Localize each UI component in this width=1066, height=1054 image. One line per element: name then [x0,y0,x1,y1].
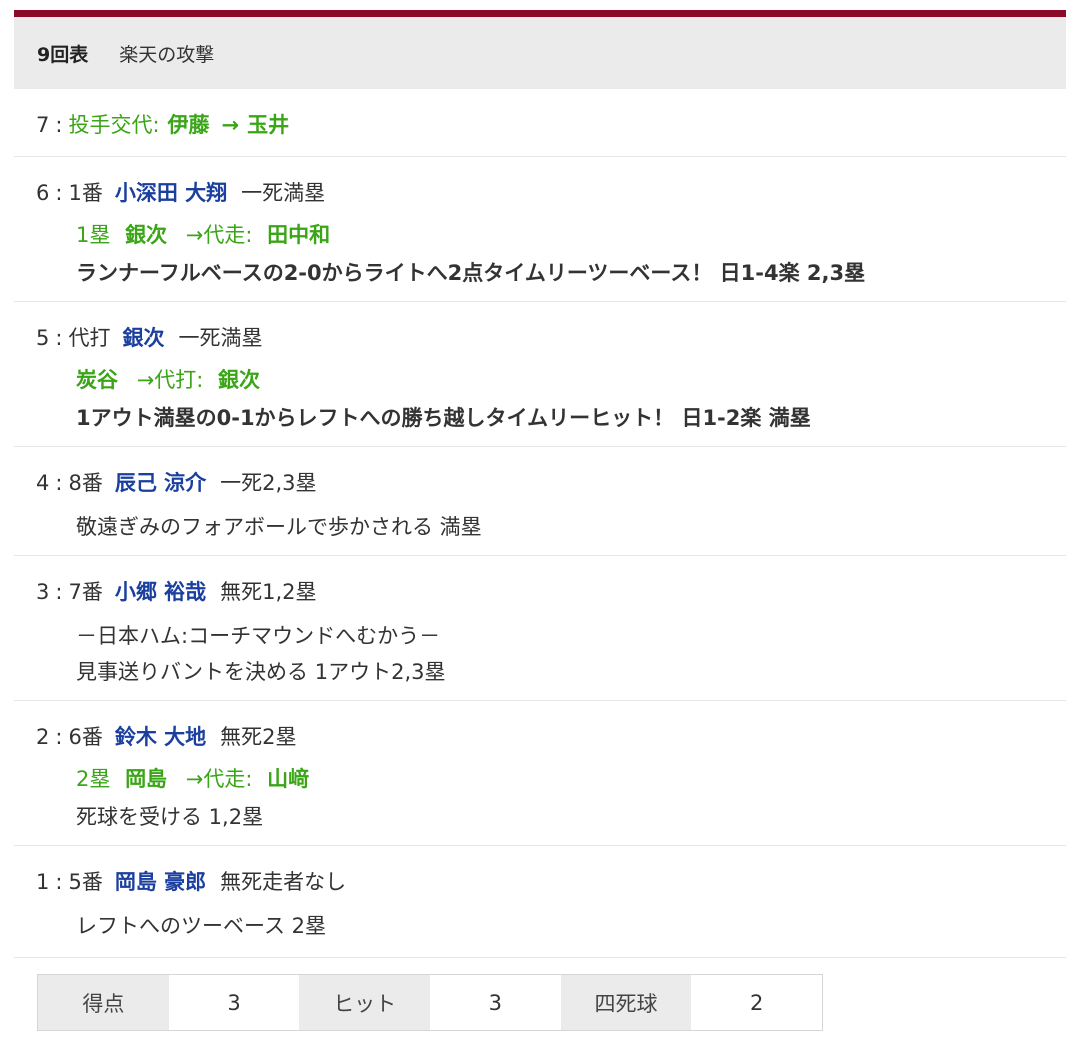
inning-header: 9回表 楽天の攻撃 [14,17,1066,89]
play-event-4: 4 : 8番 辰己 涼介 一死2,3塁 敬遠ぎみのフォアボールで歩かされる 満塁 [14,447,1066,556]
sub-to-link[interactable]: 山﨑 [267,767,309,791]
stat-value-runs: 3 [168,975,300,1030]
stat-label-runs: 得点 [38,975,169,1030]
substitution-line: 炭谷 →代打: 銀次 [36,364,1066,394]
event-number: 4 [36,471,50,495]
arrow: → [221,113,240,137]
pitcher-to[interactable]: 玉井 [247,109,289,139]
stat-value-walks: 2 [691,975,823,1030]
sub-to-link[interactable]: 銀次 [218,368,260,392]
event-number: 1 [36,870,50,894]
play-event-3: 3 : 7番 小郷 裕哉 無死1,2塁 －日本ハム:コーチマウンドへむかう－ 見… [14,556,1066,701]
sub-from-link[interactable]: 岡島 [125,767,167,791]
pitcher-change-label: 投手交代: [68,113,160,137]
event-number: 5 [36,326,50,350]
sub-base: 2塁 [76,767,111,791]
batting-order: 1番 [68,181,103,205]
out-runner-situation: 一死2,3塁 [220,471,317,495]
sub-type: →代走: [185,223,253,247]
play-result: レフトへのツーベース 2塁 [76,914,326,938]
out-runner-situation: 無死2塁 [220,725,297,749]
play-result: ランナーフルベースの2-0からライトへ2点タイムリーツーベース！ 日1-4楽 2… [76,261,866,285]
sub-from-link[interactable]: 炭谷 [76,368,118,392]
team-color-bar [14,10,1066,17]
batter-name-link[interactable]: 岡島 豪郎 [115,866,206,896]
substitution-line: 1塁 銀次 →代走: 田中和 [36,219,1066,249]
batter-name-link[interactable]: 小郷 裕哉 [115,576,206,606]
sub-to-link[interactable]: 田中和 [267,223,330,247]
inning-stats-table: 得点 3 ヒット 3 四死球 2 [37,974,823,1031]
event-number: 6 [36,181,50,205]
sub-base: 1塁 [76,223,111,247]
substitution-line: 2塁 岡島 →代走: 山﨑 [36,763,1066,793]
team-attack-label: 楽天の攻撃 [119,43,215,66]
batter-name-link[interactable]: 銀次 [122,322,164,352]
play-note: －日本ハム:コーチマウンドへむかう－ [76,624,441,648]
out-runner-situation: 無死走者なし [220,870,347,894]
batting-order: 代打 [68,326,111,350]
play-result: 1アウト満塁の0-1からレフトへの勝ち越しタイムリーヒット！ 日1-2楽 満塁 [76,406,811,430]
out-runner-situation: 一死満塁 [178,326,263,350]
sub-type: →代走: [185,767,253,791]
batting-order: 5番 [68,870,103,894]
batter-name-link[interactable]: 辰己 涼介 [115,467,206,497]
play-event-5: 5 : 代打 銀次 一死満塁 炭谷 →代打: 銀次 1アウト満塁の0-1からレフ… [14,302,1066,447]
out-runner-situation: 一死満塁 [241,181,326,205]
batting-order: 8番 [68,471,103,495]
sub-type: →代打: [136,368,204,392]
batting-order: 7番 [68,580,103,604]
event-number: 7 [36,113,50,137]
play-result: 死球を受ける 1,2塁 [76,805,264,829]
out-runner-situation: 無死1,2塁 [220,580,317,604]
batter-name-link[interactable]: 鈴木 大地 [115,721,206,751]
batter-name-link[interactable]: 小深田 大翔 [115,177,227,207]
play-event-7: 7 : 投手交代: 伊藤 → 玉井 [14,89,1066,157]
play-event-6: 6 : 1番 小深田 大翔 一死満塁 1塁 銀次 →代走: 田中和 ランナーフル… [14,157,1066,302]
batting-order: 6番 [68,725,103,749]
play-event-2: 2 : 6番 鈴木 大地 無死2塁 2塁 岡島 →代走: 山﨑 死球を受ける 1… [14,701,1066,846]
event-number: 2 [36,725,50,749]
stat-value-hits: 3 [430,975,561,1030]
play-event-1: 1 : 5番 岡島 豪郎 無死走者なし レフトへのツーベース 2塁 [14,846,1066,958]
sub-from-link[interactable]: 銀次 [125,223,167,247]
stat-label-walks: 四死球 [560,975,692,1030]
event-number: 3 [36,580,50,604]
inning-label: 9回表 [37,43,89,66]
stat-label-hits: ヒット [299,975,431,1030]
play-result: 見事送りバントを決める 1アウト2,3塁 [76,660,446,684]
play-result: 敬遠ぎみのフォアボールで歩かされる 満塁 [76,515,482,539]
inning-panel: 9回表 楽天の攻撃 7 : 投手交代: 伊藤 → 玉井 6 : 1番 小深田 大… [14,10,1066,958]
pitcher-from[interactable]: 伊藤 [168,109,210,139]
